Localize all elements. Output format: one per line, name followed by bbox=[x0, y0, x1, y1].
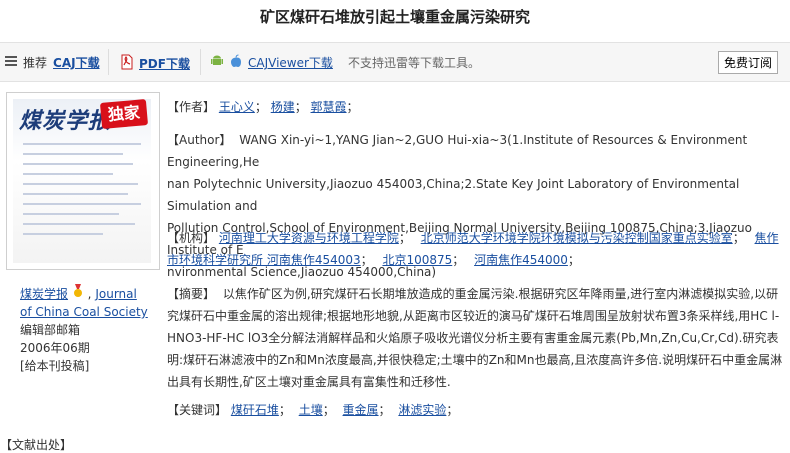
abstract-line: 出具有长期性,矿区土壤对重金属具有富集性和迁移性. bbox=[167, 375, 451, 389]
cover-title: 煤炭学报 bbox=[19, 109, 112, 134]
keyword-link[interactable]: 重金属 bbox=[343, 403, 379, 417]
exclusive-badge: 独家 bbox=[99, 99, 149, 129]
cover-text-line bbox=[23, 183, 138, 185]
author-en-line: WANG Xin-yi~1,YANG Jian~2,GUO Hui-xia~3(… bbox=[167, 133, 748, 169]
journal-issue: 2006年06期 bbox=[20, 341, 90, 355]
keyword-link[interactable]: 煤矸石堆 bbox=[231, 403, 279, 417]
cajviewer-download-link[interactable]: CAJViewer下载 bbox=[248, 54, 333, 71]
author-row: 【作者】 王心义； 杨建； 郭慧霞； bbox=[167, 100, 359, 114]
subscribe-button[interactable]: 免费订阅 bbox=[717, 51, 778, 74]
org-link[interactable]: 焦作 bbox=[755, 231, 779, 245]
cover-text-line bbox=[23, 233, 103, 235]
cover-text-line bbox=[23, 203, 141, 205]
keyword-row: 【关键词】 煤矸石堆； 土壤； 重金属； 淋滤实验； bbox=[167, 403, 459, 417]
list-icon bbox=[4, 54, 18, 71]
org-link[interactable]: 北京100875 bbox=[382, 253, 452, 267]
recommend-label: 推荐 bbox=[23, 56, 48, 70]
abstract-line: 究煤矸石中重金属的溶出规律;根据地形地貌,从距离市区较近的演马矿煤矸石堆周围呈放… bbox=[167, 309, 780, 323]
org-block: 【机构】 河南理工大学资源与环境工程学院； 北京师范大学环境学院环境模拟与污染控… bbox=[167, 231, 779, 267]
cajviewer-item[interactable]: CAJViewer下载 bbox=[210, 54, 333, 71]
abstract-line: 以焦作矿区为例,研究煤矸石长期堆放造成的重金属污染.根据研究区年降雨量,进行室内… bbox=[222, 287, 779, 301]
org-link[interactable]: 河南理工大学资源与环境工程学院 bbox=[219, 231, 399, 245]
author-en-line: nan Polytechnic University,Jiaozuo 45400… bbox=[167, 177, 740, 213]
cover-text-line bbox=[23, 173, 113, 175]
submit-link[interactable]: [给本刊投稿] bbox=[20, 357, 150, 375]
editor-email[interactable]: 编辑部邮箱 bbox=[20, 321, 150, 339]
cover-image: 煤炭学报 独家 bbox=[13, 99, 151, 263]
abstract-block: 【摘要】 以焦作矿区为例,研究煤矸石长期堆放造成的重金属污染.根据研究区年降雨量… bbox=[167, 283, 782, 393]
download-notice: 不支持迅雷等下载工具。 bbox=[348, 56, 481, 70]
caj-download-link[interactable]: CAJ下载 bbox=[53, 54, 100, 71]
org-link[interactable]: 河南焦作454000 bbox=[474, 253, 568, 267]
abstract-label: 【摘要】 bbox=[167, 287, 216, 301]
keyword-link[interactable]: 土壤 bbox=[299, 403, 323, 417]
cover-text-line bbox=[23, 163, 133, 165]
cover-text-line bbox=[23, 153, 123, 155]
cover-text-line bbox=[23, 193, 128, 195]
apple-icon bbox=[229, 54, 243, 71]
toolbar-divider bbox=[108, 49, 109, 75]
org-link[interactable]: 北京师范大学环境学院环境模拟与污染控制国家重点实验室 bbox=[421, 231, 733, 245]
source-tab[interactable]: 【文献出处】 bbox=[0, 436, 72, 453]
author-link[interactable]: 王心义 bbox=[219, 100, 255, 114]
recommend-item[interactable]: 推荐 CAJ下载 bbox=[4, 54, 100, 71]
cover-text-line bbox=[23, 223, 135, 225]
author-link[interactable]: 杨建 bbox=[271, 100, 295, 114]
keyword-label: 【关键词】 bbox=[167, 403, 228, 417]
author-en-label: 【Author】 bbox=[167, 133, 232, 147]
abstract-line: 明:煤矸石淋滤液中的Zn和Mn浓度最高,并很快稳定;土壤中的Zn和Mn也最高,且… bbox=[167, 353, 783, 367]
pdf-icon bbox=[120, 54, 134, 73]
org-link[interactable]: 市环境科学研究所 河南焦作454003 bbox=[167, 253, 361, 267]
journal-name-separator: , bbox=[87, 287, 92, 301]
journal-cover[interactable]: 煤炭学报 独家 bbox=[6, 92, 160, 270]
toolbar-divider bbox=[200, 49, 201, 75]
medal-icon bbox=[72, 284, 88, 301]
org-label: 【机构】 bbox=[167, 231, 216, 245]
pdf-download-item[interactable]: PDF下载 bbox=[120, 54, 190, 73]
keyword-link[interactable]: 淋滤实验 bbox=[398, 403, 446, 417]
author-label: 【作者】 bbox=[167, 100, 216, 114]
journal-name-cn[interactable]: 煤炭学报 bbox=[20, 287, 68, 301]
abstract-line: HNO3-HF-HC lO3全分解法消解样品和火焰原子吸收光谱仪分析主要有害重金… bbox=[167, 331, 779, 345]
pdf-download-link[interactable]: PDF下载 bbox=[139, 55, 190, 72]
cover-text-line bbox=[23, 213, 119, 215]
journal-info: 煤炭学报 , Journal of China Coal Society 编辑部… bbox=[20, 284, 150, 375]
page-title: 矿区煤矸石堆放引起土壤重金属污染研究 bbox=[259, 8, 530, 26]
author-link[interactable]: 郭慧霞 bbox=[311, 100, 347, 114]
download-toolbar: 推荐 CAJ下载 PDF下载 CAJViewer下载 不支持迅雷等下载工具。 免… bbox=[0, 42, 790, 82]
cover-text-line bbox=[23, 143, 141, 145]
android-icon bbox=[210, 54, 224, 71]
